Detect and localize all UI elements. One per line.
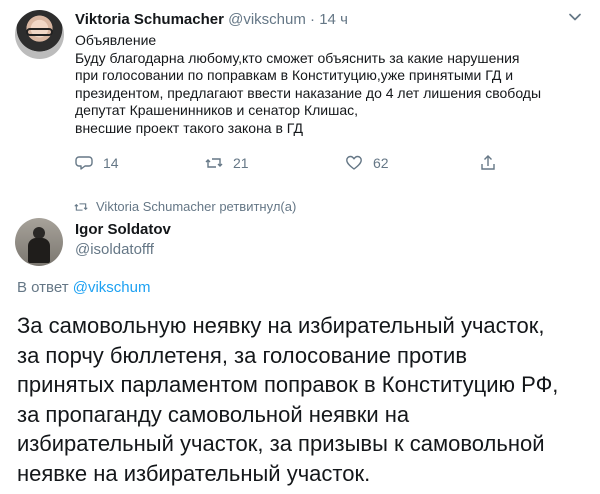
tweet-actions: 14 21 62 — [75, 154, 515, 176]
tweet-text-line: принятых парламентом поправок в Конститу… — [17, 372, 559, 398]
retweet-count: 21 — [233, 155, 249, 171]
tweet-text-line: за пропаганду самовольной неявки на — [17, 401, 410, 427]
tweet-text-line: президентом, предлагают ввести наказание… — [75, 84, 542, 101]
retweet-context: Viktoria Schumacher ретвитнул(а) — [74, 199, 296, 214]
tweet-text-line: внесшие проект такого закона в ГД — [75, 119, 303, 136]
like-count: 62 — [373, 155, 389, 171]
retweet-button[interactable]: 21 — [205, 154, 249, 172]
tweet-header: Viktoria Schumacher @vikschum · 14 ч — [75, 10, 348, 30]
share-button[interactable] — [479, 154, 497, 172]
reply-icon — [75, 156, 93, 170]
reply-context: В ответ @vikschum — [17, 279, 151, 296]
tweet-text-line: избирательный участок, за призывы к само… — [17, 431, 545, 457]
retweet-icon — [74, 202, 88, 211]
tweet-time[interactable]: 14 ч — [319, 11, 348, 28]
reply-handle-link[interactable]: @vikschum — [73, 279, 151, 296]
tweet-header: Igor Soldatov @isoldatofff — [75, 220, 171, 260]
tweet-text-line: За самовольную неявку на избирательный у… — [17, 313, 545, 338]
like-button[interactable]: 62 — [345, 154, 389, 172]
reply-prefix: В ответ — [17, 279, 69, 296]
separator-dot: · — [310, 11, 316, 28]
tweet-text: За самовольную неявку на избирательный у… — [17, 311, 592, 489]
share-icon — [481, 155, 495, 170]
reply-button[interactable]: 14 — [75, 154, 119, 172]
tweet-text-line: неявке на избирательный участок. — [17, 460, 371, 486]
author-name[interactable]: Viktoria Schumacher — [75, 11, 224, 28]
retweet-context-text[interactable]: Viktoria Schumacher ретвитнул(а) — [96, 199, 296, 214]
author-handle[interactable]: @vikschum — [228, 11, 306, 28]
author-name[interactable]: Igor Soldatov — [75, 220, 171, 240]
avatar-person-body — [28, 238, 50, 263]
tweet-text-line: за порчу бюллетеня, за голосование проти… — [17, 342, 468, 368]
avatar[interactable] — [15, 10, 64, 59]
tweet-text-line: при голосовании по поправкам в Конституц… — [75, 67, 514, 83]
tweet-text: Объявление Буду благодарна любому,кто см… — [75, 32, 575, 137]
like-icon — [346, 155, 362, 170]
reply-count: 14 — [103, 155, 119, 171]
author-handle[interactable]: @isoldatofff — [75, 240, 171, 260]
tweet-text-line: Буду благодарна любому,кто сможет объясн… — [75, 49, 520, 66]
tweet-viktoria[interactable]: Viktoria Schumacher @vikschum · 14 ч Объ… — [0, 0, 600, 190]
avatar[interactable] — [15, 218, 63, 266]
chevron-down-icon[interactable] — [567, 9, 583, 25]
tweet-text-line: Объявление — [75, 32, 157, 48]
tweet-text-line: депутат Крашенинников и сенатор Клишас, — [75, 102, 359, 118]
retweet-icon — [205, 158, 223, 168]
